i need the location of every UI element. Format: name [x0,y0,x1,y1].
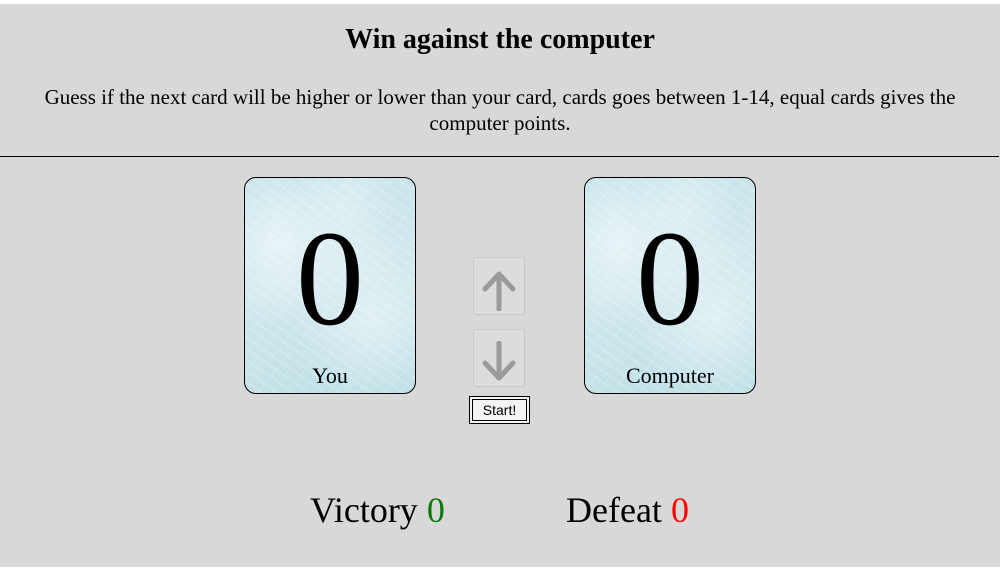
computer-card: 0 Computer [584,177,756,394]
game-container: Win against the computer Guess if the ne… [0,4,1000,567]
defeat-score: Defeat 0 [566,488,689,532]
defeat-count: 0 [670,490,689,530]
victory-score: Victory 0 [310,488,445,532]
victory-label: Victory [310,490,418,530]
player-card-label: You [312,363,348,388]
page-title: Win against the computer [345,24,655,55]
defeat-label: Defeat [566,490,662,530]
guess-higher-button[interactable] [473,257,525,315]
computer-card-label: Computer [626,363,714,388]
victory-count: 0 [426,490,445,530]
computer-card-value: 0 [636,204,704,354]
arrow-up-icon [482,271,516,311]
player-card: 0 You [244,177,416,394]
start-button[interactable]: Start! [469,396,530,424]
arrow-down-icon [482,341,516,381]
header-divider [0,156,999,157]
guess-lower-button[interactable] [473,329,525,387]
instructions-text: Guess if the next card will be higher or… [44,85,956,135]
player-card-value: 0 [296,204,364,354]
